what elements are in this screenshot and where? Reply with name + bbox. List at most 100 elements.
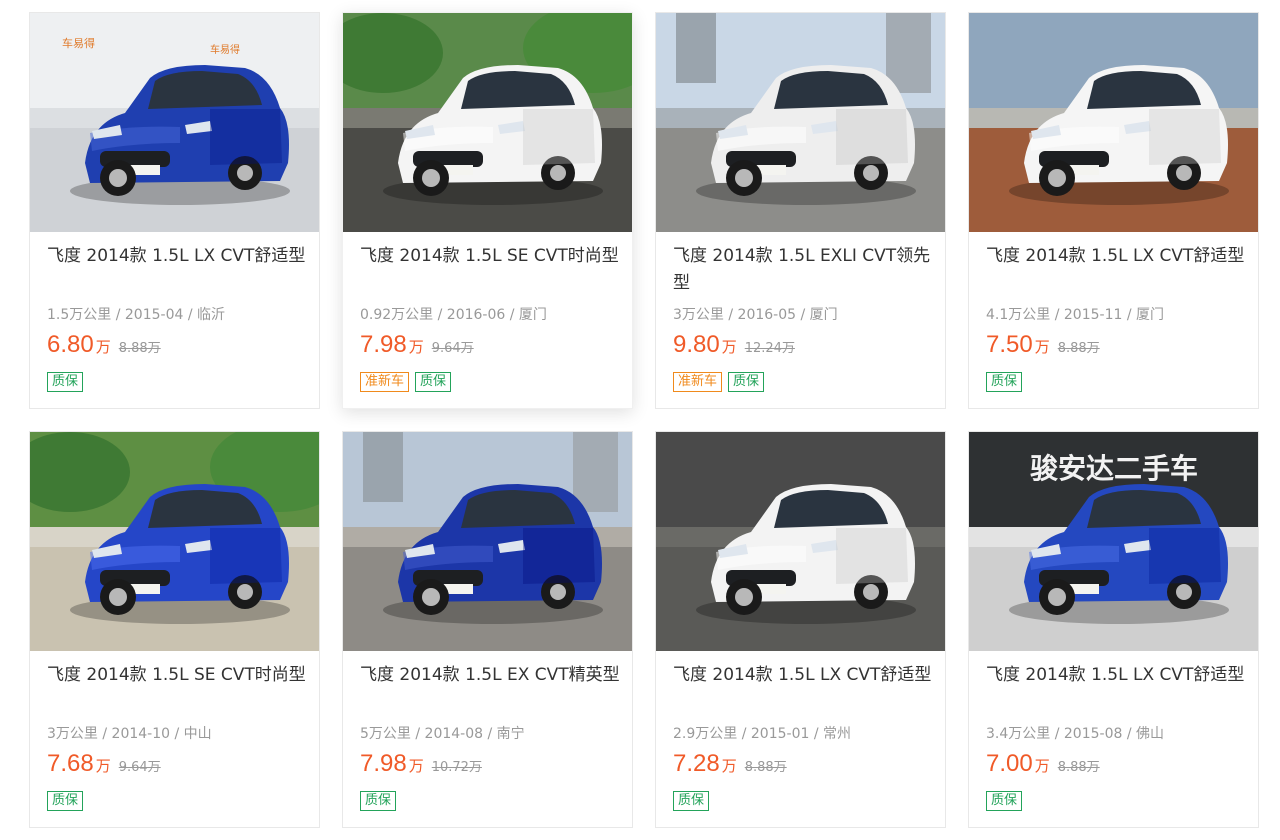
tag-warranty: 质保 (728, 372, 765, 392)
dealer-sign-text: 车易得 (62, 36, 95, 50)
price-unit: 万 (95, 338, 111, 356)
tag-list: 准新车 质保 (673, 372, 765, 392)
meta-separator: / (115, 307, 125, 323)
meta-separator: / (509, 307, 519, 323)
meta-separator: / (437, 307, 447, 323)
listing-card[interactable]: 飞度 2014款 1.5L SE CVT时尚型 0.92万公里 / 2016-0… (342, 12, 633, 409)
price-row: 7.28 万 8.88万 (673, 750, 787, 780)
meta-separator: / (415, 726, 425, 742)
car-meta: 1.5万公里 / 2015-04 / 临沂 (47, 304, 225, 324)
city: 厦门 (809, 307, 838, 323)
registration-date: 2016-06 (446, 307, 506, 323)
city: 厦门 (1136, 307, 1165, 323)
city: 佛山 (1136, 726, 1165, 742)
car-photo[interactable] (969, 13, 1258, 232)
tag-list: 质保 (673, 791, 710, 811)
mileage: 4.1万公里 (986, 307, 1051, 323)
original-price: 9.64万 (431, 341, 474, 356)
meta-separator: / (741, 726, 751, 742)
listing-card[interactable]: 飞度 2014款 1.5L LX CVT舒适型 2.9万公里 / 2015-01… (655, 431, 946, 828)
price-row: 7.50 万 8.88万 (986, 331, 1100, 361)
mileage: 3.4万公里 (986, 726, 1051, 742)
car-title[interactable]: 飞度 2014款 1.5L EX CVT精英型 (360, 662, 622, 689)
price-unit: 万 (721, 338, 737, 356)
car-photo[interactable] (656, 13, 945, 232)
tag-warranty: 质保 (673, 791, 710, 811)
car-photo[interactable] (343, 432, 632, 651)
price-row: 7.68 万 9.64万 (47, 750, 161, 780)
original-price: 12.24万 (744, 341, 795, 356)
tag-list: 质保 (360, 791, 397, 811)
registration-date: 2015-08 (1063, 726, 1123, 742)
listing-card[interactable]: 飞度 2014款 1.5L SE CVT时尚型 3万公里 / 2014-10 /… (29, 431, 320, 828)
meta-separator: / (174, 726, 184, 742)
price-row: 6.80 万 8.88万 (47, 331, 161, 361)
original-price: 8.88万 (1057, 760, 1100, 775)
dealer-sign-text: 车易得 (210, 43, 240, 56)
mileage: 3万公里 (47, 726, 98, 742)
car-meta: 3万公里 / 2016-05 / 厦门 (673, 304, 838, 324)
mileage: 2.9万公里 (673, 726, 738, 742)
price-unit: 万 (95, 757, 111, 775)
car-title[interactable]: 飞度 2014款 1.5L LX CVT舒适型 (673, 662, 935, 689)
listing-card[interactable]: 飞度 2014款 1.5L LX CVT舒适型 4.1万公里 / 2015-11… (968, 12, 1259, 409)
tag-near-new: 准新车 (360, 372, 410, 392)
car-photo[interactable] (656, 432, 945, 651)
listing-card[interactable]: 飞度 2014款 1.5L EXLI CVT领先型 3万公里 / 2016-05… (655, 12, 946, 409)
car-title[interactable]: 飞度 2014款 1.5L SE CVT时尚型 (47, 662, 309, 689)
tag-near-new: 准新车 (673, 372, 723, 392)
tag-list: 质保 (47, 372, 84, 392)
price: 7.50 (986, 331, 1033, 358)
meta-separator: / (728, 307, 738, 323)
registration-date: 2015-01 (750, 726, 810, 742)
listing-card[interactable]: 骏安达二手车 飞度 2014款 1.5L LX CVT舒适型 3.4万公里 / … (968, 431, 1259, 828)
car-meta: 2.9万公里 / 2015-01 / 常州 (673, 723, 851, 743)
original-price: 8.88万 (118, 341, 161, 356)
car-title[interactable]: 飞度 2014款 1.5L EXLI CVT领先型 (673, 243, 935, 297)
mileage: 0.92万公里 (360, 307, 434, 323)
meta-separator: / (102, 726, 112, 742)
price: 7.98 (360, 331, 407, 358)
car-photo[interactable] (30, 432, 319, 651)
registration-date: 2016-05 (737, 307, 797, 323)
price: 9.80 (673, 331, 720, 358)
city: 常州 (823, 726, 852, 742)
dealer-sign-text: 骏安达二手车 (1030, 452, 1198, 485)
price: 6.80 (47, 331, 94, 358)
car-photo[interactable] (343, 13, 632, 232)
tag-warranty: 质保 (47, 791, 84, 811)
registration-date: 2014-08 (424, 726, 484, 742)
car-photo[interactable]: 骏安达二手车 (969, 432, 1258, 651)
meta-separator: / (187, 307, 198, 323)
listing-card[interactable]: 飞度 2014款 1.5L EX CVT精英型 5万公里 / 2014-08 /… (342, 431, 633, 828)
registration-date: 2015-04 (124, 307, 184, 323)
meta-separator: / (813, 726, 824, 742)
car-title[interactable]: 飞度 2014款 1.5L LX CVT舒适型 (986, 662, 1248, 689)
listing-card[interactable]: 车易得 车易得 飞度 2014款 1.5L LX CVT舒适型 1.5万公里 /… (29, 12, 320, 409)
price-unit: 万 (408, 757, 424, 775)
car-photo[interactable]: 车易得 车易得 (30, 13, 319, 232)
original-price: 10.72万 (431, 760, 482, 775)
meta-separator: / (487, 726, 497, 742)
tag-list: 质保 (986, 372, 1023, 392)
tag-warranty: 质保 (986, 372, 1023, 392)
car-meta: 0.92万公里 / 2016-06 / 厦门 (360, 304, 547, 324)
car-title[interactable]: 飞度 2014款 1.5L LX CVT舒适型 (986, 243, 1248, 270)
tag-list: 质保 (47, 791, 84, 811)
price: 7.28 (673, 750, 720, 777)
car-title[interactable]: 飞度 2014款 1.5L SE CVT时尚型 (360, 243, 622, 270)
registration-date: 2015-11 (1063, 307, 1123, 323)
tag-warranty: 质保 (47, 372, 84, 392)
price-unit: 万 (1034, 338, 1050, 356)
price-unit: 万 (721, 757, 737, 775)
price-row: 7.98 万 9.64万 (360, 331, 474, 361)
meta-separator: / (1126, 307, 1137, 323)
meta-separator: / (1054, 726, 1064, 742)
tag-warranty: 质保 (360, 791, 397, 811)
tag-list: 质保 (986, 791, 1023, 811)
mileage: 1.5万公里 (47, 307, 112, 323)
price-unit: 万 (408, 338, 424, 356)
price: 7.00 (986, 750, 1033, 777)
car-title[interactable]: 飞度 2014款 1.5L LX CVT舒适型 (47, 243, 309, 270)
city: 临沂 (197, 307, 226, 323)
